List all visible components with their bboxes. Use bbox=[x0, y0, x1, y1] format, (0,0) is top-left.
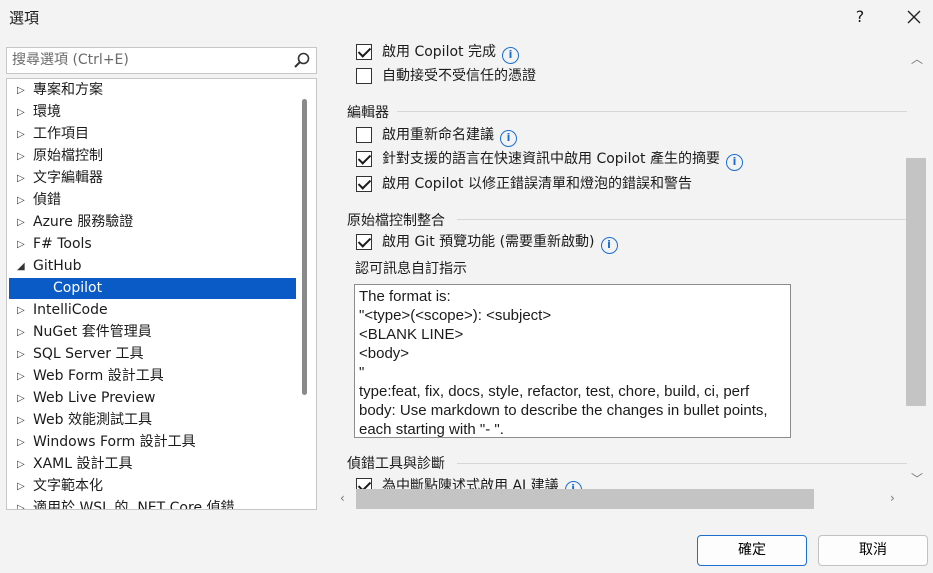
tree-item-web-form-designer[interactable]: ▷ Web Form 設計工具 bbox=[9, 366, 296, 387]
expand-arrow-icon[interactable]: ▷ bbox=[17, 410, 27, 431]
title-bar: 選項 ? bbox=[0, 0, 933, 34]
tree-item-text-editor[interactable]: ▷ 文字編輯器 bbox=[9, 168, 296, 189]
tree-item-fsharp-tools[interactable]: ▷ F# Tools bbox=[9, 234, 296, 255]
cancel-button[interactable]: 取消 bbox=[818, 535, 928, 566]
tree-item-projects[interactable]: ▷ 專案和方案 bbox=[9, 80, 296, 101]
window-title: 選項 bbox=[9, 9, 40, 27]
settings-pane: 啟用 Copilot 完成 i 自動接受不受信任的憑證 編輯器 啟用重新命名建議 i… bbox=[334, 36, 932, 514]
commit-instructions-textarea[interactable]: The format is: "<type>(<scope>): <subjec… bbox=[354, 284, 791, 438]
tree-item-work-items[interactable]: ▷ 工作項目 bbox=[9, 124, 296, 145]
tree-item-intellicode[interactable]: ▷ IntelliCode bbox=[9, 300, 296, 321]
search-input[interactable] bbox=[12, 52, 282, 68]
expand-arrow-icon[interactable]: ▷ bbox=[17, 234, 27, 255]
expand-arrow-icon[interactable]: ▷ bbox=[17, 146, 27, 167]
enable-completions-checkbox[interactable] bbox=[356, 44, 372, 60]
vertical-scrollbar-thumb[interactable] bbox=[906, 158, 926, 406]
expand-arrow-icon[interactable]: ▷ bbox=[17, 80, 27, 101]
expand-arrow-icon[interactable]: ▷ bbox=[17, 454, 27, 475]
rename-suggestions-label: 啟用重新命名建議 bbox=[382, 127, 494, 143]
expand-arrow-icon[interactable]: ▷ bbox=[17, 498, 27, 509]
tree-item-windows-form-designer[interactable]: ▷ Windows Form 設計工具 bbox=[9, 432, 296, 453]
expand-arrow-icon[interactable]: ▷ bbox=[17, 300, 27, 321]
expand-arrow-icon[interactable]: ▷ bbox=[17, 432, 27, 453]
scroll-right-arrow-icon[interactable]: › bbox=[890, 491, 902, 507]
info-icon[interactable]: i bbox=[500, 130, 517, 147]
close-button[interactable] bbox=[902, 6, 926, 30]
expand-arrow-icon[interactable]: ▷ bbox=[17, 344, 27, 365]
scroll-left-arrow-icon[interactable]: ‹ bbox=[340, 491, 352, 507]
info-icon[interactable]: i bbox=[600, 237, 618, 254]
tree-item-source-control[interactable]: ▷ 原始檔控制 bbox=[9, 146, 296, 167]
ok-button[interactable]: 確定 bbox=[697, 535, 807, 566]
rename-suggestions-checkbox[interactable] bbox=[356, 127, 372, 143]
search-icon[interactable] bbox=[292, 51, 312, 71]
collapse-arrow-icon[interactable]: ◢ bbox=[17, 256, 27, 277]
quick-info-summary-checkbox[interactable] bbox=[356, 151, 372, 167]
tree-item-web-perf-test[interactable]: ▷ Web 效能測試工具 bbox=[9, 410, 296, 431]
horizontal-scrollbar-thumb[interactable] bbox=[356, 489, 814, 509]
expand-arrow-icon[interactable]: ▷ bbox=[17, 388, 27, 409]
section-divider bbox=[457, 219, 907, 220]
editor-section-title: 編輯器 bbox=[347, 105, 389, 121]
expand-arrow-icon[interactable]: ▷ bbox=[17, 476, 27, 497]
tree-item-copilot[interactable]: Copilot bbox=[9, 278, 296, 299]
debugger-section-title: 偵錯工具與診斷 bbox=[347, 456, 445, 472]
expand-arrow-icon[interactable]: ▷ bbox=[17, 124, 27, 145]
close-icon bbox=[907, 10, 921, 24]
commit-instructions-label: 認可訊息自訂指示 bbox=[355, 261, 467, 277]
tree-item-debugging[interactable]: ▷ 偵錯 bbox=[9, 190, 296, 211]
tree-item-xaml-designer[interactable]: ▷ XAML 設計工具 bbox=[9, 454, 296, 475]
search-box[interactable] bbox=[6, 47, 317, 74]
scroll-down-arrow-icon[interactable]: ﹀ bbox=[909, 470, 925, 486]
expand-arrow-icon[interactable]: ▷ bbox=[17, 322, 27, 343]
expand-arrow-icon[interactable]: ▷ bbox=[17, 168, 27, 189]
expand-arrow-icon[interactable]: ▷ bbox=[17, 102, 27, 123]
git-preview-checkbox[interactable] bbox=[356, 234, 372, 250]
tree-scrollbar[interactable] bbox=[302, 99, 307, 395]
section-divider bbox=[397, 111, 907, 112]
tree-item-wsl-debugging[interactable]: ▷ 適用於 WSL 的 .NET Core 偵錯 bbox=[9, 498, 296, 509]
source-control-section-title: 原始檔控制整合 bbox=[347, 213, 445, 229]
tree-item-text-templating[interactable]: ▷ 文字範本化 bbox=[9, 476, 296, 497]
tree-item-web-live-preview[interactable]: ▷ Web Live Preview bbox=[9, 388, 296, 409]
info-icon[interactable]: i bbox=[501, 47, 519, 64]
tree-item-sql-server[interactable]: ▷ SQL Server 工具 bbox=[9, 344, 296, 365]
git-preview-label: 啟用 Git 預覽功能 (需要重新啟動) bbox=[382, 234, 595, 250]
enable-completions-label: 啟用 Copilot 完成 bbox=[382, 44, 496, 60]
auto-accept-certs-checkbox[interactable] bbox=[356, 68, 372, 84]
tree-item-github[interactable]: ◢ GitHub bbox=[9, 256, 296, 277]
help-button[interactable]: ? bbox=[848, 4, 872, 30]
quick-info-summary-label: 針對支援的語言在快速資訊中啟用 Copilot 產生的摘要 bbox=[382, 151, 720, 167]
fix-errors-label: 啟用 Copilot 以修正錯誤清單和燈泡的錯誤和警告 bbox=[382, 176, 692, 192]
info-icon[interactable]: i bbox=[725, 154, 743, 171]
tree-item-azure-auth[interactable]: ▷ Azure 服務驗證 bbox=[9, 212, 296, 233]
tree-item-nuget[interactable]: ▷ NuGet 套件管理員 bbox=[9, 322, 296, 343]
expand-arrow-icon[interactable]: ▷ bbox=[17, 366, 27, 387]
section-divider bbox=[457, 463, 907, 464]
options-tree[interactable]: ▷ 專案和方案 ▷ 環境 ▷ 工作項目 ▷ 原始檔控制 ▷ 文字編輯器 ▷ 偵錯 ▷ Azur… bbox=[6, 78, 317, 510]
expand-arrow-icon[interactable]: ▷ bbox=[17, 190, 27, 211]
expand-arrow-icon[interactable]: ▷ bbox=[17, 212, 27, 233]
tree-item-environment[interactable]: ▷ 環境 bbox=[9, 102, 296, 123]
scroll-up-arrow-icon[interactable]: ︿ bbox=[909, 50, 925, 66]
fix-errors-checkbox[interactable] bbox=[356, 176, 372, 192]
auto-accept-certs-label: 自動接受不受信任的憑證 bbox=[382, 68, 536, 84]
